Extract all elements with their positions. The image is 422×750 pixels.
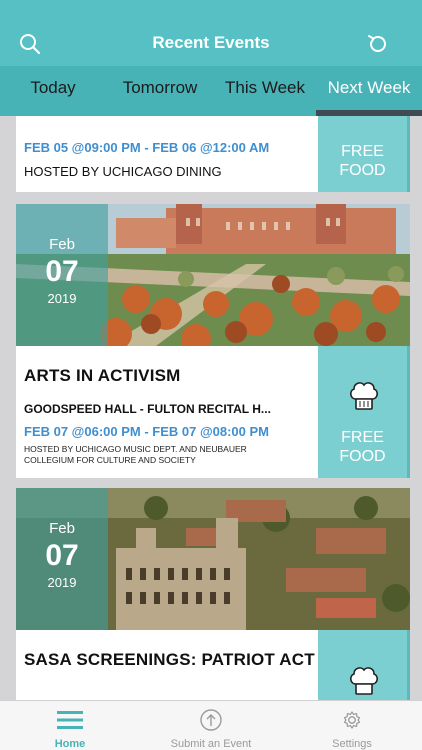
refresh-icon[interactable]: [366, 32, 390, 56]
nav-submit-event[interactable]: Submit an Event: [160, 701, 262, 750]
nav-settings[interactable]: Settings: [312, 701, 392, 750]
upload-icon: [200, 709, 222, 731]
page-title: Recent Events: [152, 33, 270, 52]
event-date: Feb 07 2019: [16, 204, 108, 346]
nav-home-label: Home: [54, 738, 86, 750]
top-bar: Recent Events: [0, 0, 422, 66]
nav-home[interactable]: Home: [30, 701, 110, 750]
event-title[interactable]: SASA SCREENINGS: PATRIOT ACT: [24, 650, 315, 670]
event-day: 07: [45, 255, 79, 288]
tab-bar: Today Tomorrow This Week Next Week: [0, 66, 422, 116]
free-food-label: FREE FOOD: [339, 143, 386, 179]
event-date: Feb 07 2019: [16, 488, 108, 630]
event-year: 2019: [47, 291, 77, 306]
gear-icon: [343, 711, 361, 729]
event-month: Feb: [49, 236, 75, 253]
nav-submit-label: Submit an Event: [170, 738, 252, 750]
event-card[interactable]: FEB 05 @09:00 PM - FEB 06 @12:00 AM HOST…: [16, 116, 410, 192]
free-food-badge: FREE FOOD: [318, 116, 410, 192]
event-month: Feb: [49, 520, 75, 537]
tab-this-week[interactable]: This Week: [214, 66, 316, 116]
free-food-label: FREE FOOD: [339, 429, 386, 465]
event-year: 2019: [47, 575, 77, 590]
tab-next-week[interactable]: Next Week: [316, 66, 422, 116]
chef-hat-icon: [350, 382, 378, 410]
bottom-nav: Home Submit an Event Settings: [0, 700, 422, 750]
event-feed[interactable]: FEB 05 @09:00 PM - FEB 06 @12:00 AM HOST…: [0, 116, 422, 700]
event-image: Feb 07 2019: [16, 204, 410, 346]
event-host: HOSTED BY UCHICAGO MUSIC DEPT. AND NEUBA…: [24, 444, 247, 465]
event-time: FEB 07 @06:00 PM - FEB 07 @08:00 PM: [24, 424, 269, 439]
tab-today[interactable]: Today: [0, 66, 106, 116]
nav-settings-label: Settings: [332, 738, 372, 750]
event-image: Feb 07 2019: [16, 488, 410, 630]
event-location: GOODSPEED HALL - FULTON RECITAL H...: [24, 402, 271, 416]
event-card[interactable]: Feb 07 2019 SASA SCREENINGS: PATRIOT ACT: [16, 488, 410, 700]
menu-icon: [57, 711, 83, 729]
chef-hat-icon: [350, 667, 378, 695]
event-day: 07: [45, 539, 79, 572]
tab-tomorrow[interactable]: Tomorrow: [106, 66, 214, 116]
free-food-badge: FREE FOOD: [318, 346, 410, 478]
event-host: HOSTED BY UCHICAGO DINING: [24, 164, 222, 179]
free-food-badge: [318, 630, 410, 700]
event-title[interactable]: ARTS IN ACTIVISM: [24, 366, 181, 386]
event-time: FEB 05 @09:00 PM - FEB 06 @12:00 AM: [24, 140, 270, 155]
event-card[interactable]: Feb 07 2019 ARTS IN ACTIVISM GOODSPEED H…: [16, 204, 410, 478]
